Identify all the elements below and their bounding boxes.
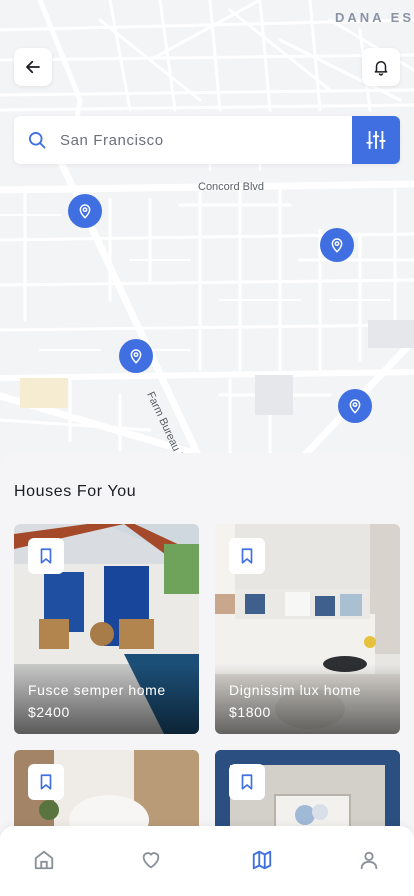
bell-icon xyxy=(374,61,388,76)
search-bar xyxy=(14,116,400,164)
house-name: Dignissim lux home xyxy=(229,682,362,698)
heart-icon xyxy=(142,852,160,869)
bookmark-button[interactable] xyxy=(229,764,265,800)
notifications-button[interactable] xyxy=(362,48,400,86)
house-card[interactable]: Fusce semper home $2400 xyxy=(14,524,199,734)
map-view[interactable]: DANA ES Concord Blvd Farm Bureau Rd xyxy=(0,0,414,470)
bookmark-icon xyxy=(40,548,52,564)
bookmark-button[interactable] xyxy=(28,764,64,800)
house-price: $1800 xyxy=(229,704,271,720)
house-price: $2400 xyxy=(28,704,70,720)
map-pin-marker[interactable] xyxy=(338,389,372,423)
map-icon xyxy=(252,850,272,870)
location-pin-icon xyxy=(130,349,142,364)
nav-profile[interactable] xyxy=(357,848,381,872)
bookmark-button[interactable] xyxy=(229,538,265,574)
back-button[interactable] xyxy=(14,48,52,86)
home-icon xyxy=(34,850,54,870)
nav-home[interactable] xyxy=(32,848,56,872)
section-title: Houses For You xyxy=(14,483,137,500)
sliders-icon xyxy=(366,130,386,150)
photo-gradient xyxy=(215,664,400,734)
search-input[interactable] xyxy=(60,131,352,149)
bookmark-button[interactable] xyxy=(28,538,64,574)
house-name: Fusce semper home xyxy=(28,682,166,698)
location-pin-icon xyxy=(79,204,91,219)
bookmark-icon xyxy=(241,774,253,790)
location-pin-icon xyxy=(331,238,343,253)
map-pin-marker[interactable] xyxy=(119,339,153,373)
location-pin-icon xyxy=(349,399,361,414)
street-label-concord: Concord Blvd xyxy=(198,181,265,193)
filter-button[interactable] xyxy=(352,116,400,164)
bookmark-icon xyxy=(40,774,52,790)
nav-favorites[interactable] xyxy=(139,848,163,872)
map-pin-marker[interactable] xyxy=(68,194,102,228)
user-icon xyxy=(360,851,378,870)
map-pin-marker[interactable] xyxy=(320,228,354,262)
search-icon xyxy=(14,116,60,164)
nav-map[interactable] xyxy=(250,848,274,872)
district-label: DANA ES xyxy=(334,10,414,25)
arrow-left-icon xyxy=(26,60,40,74)
house-card[interactable]: Dignissim lux home $1800 xyxy=(215,524,400,734)
bookmark-icon xyxy=(241,548,253,564)
bottom-nav xyxy=(0,826,414,896)
photo-gradient xyxy=(14,664,199,734)
